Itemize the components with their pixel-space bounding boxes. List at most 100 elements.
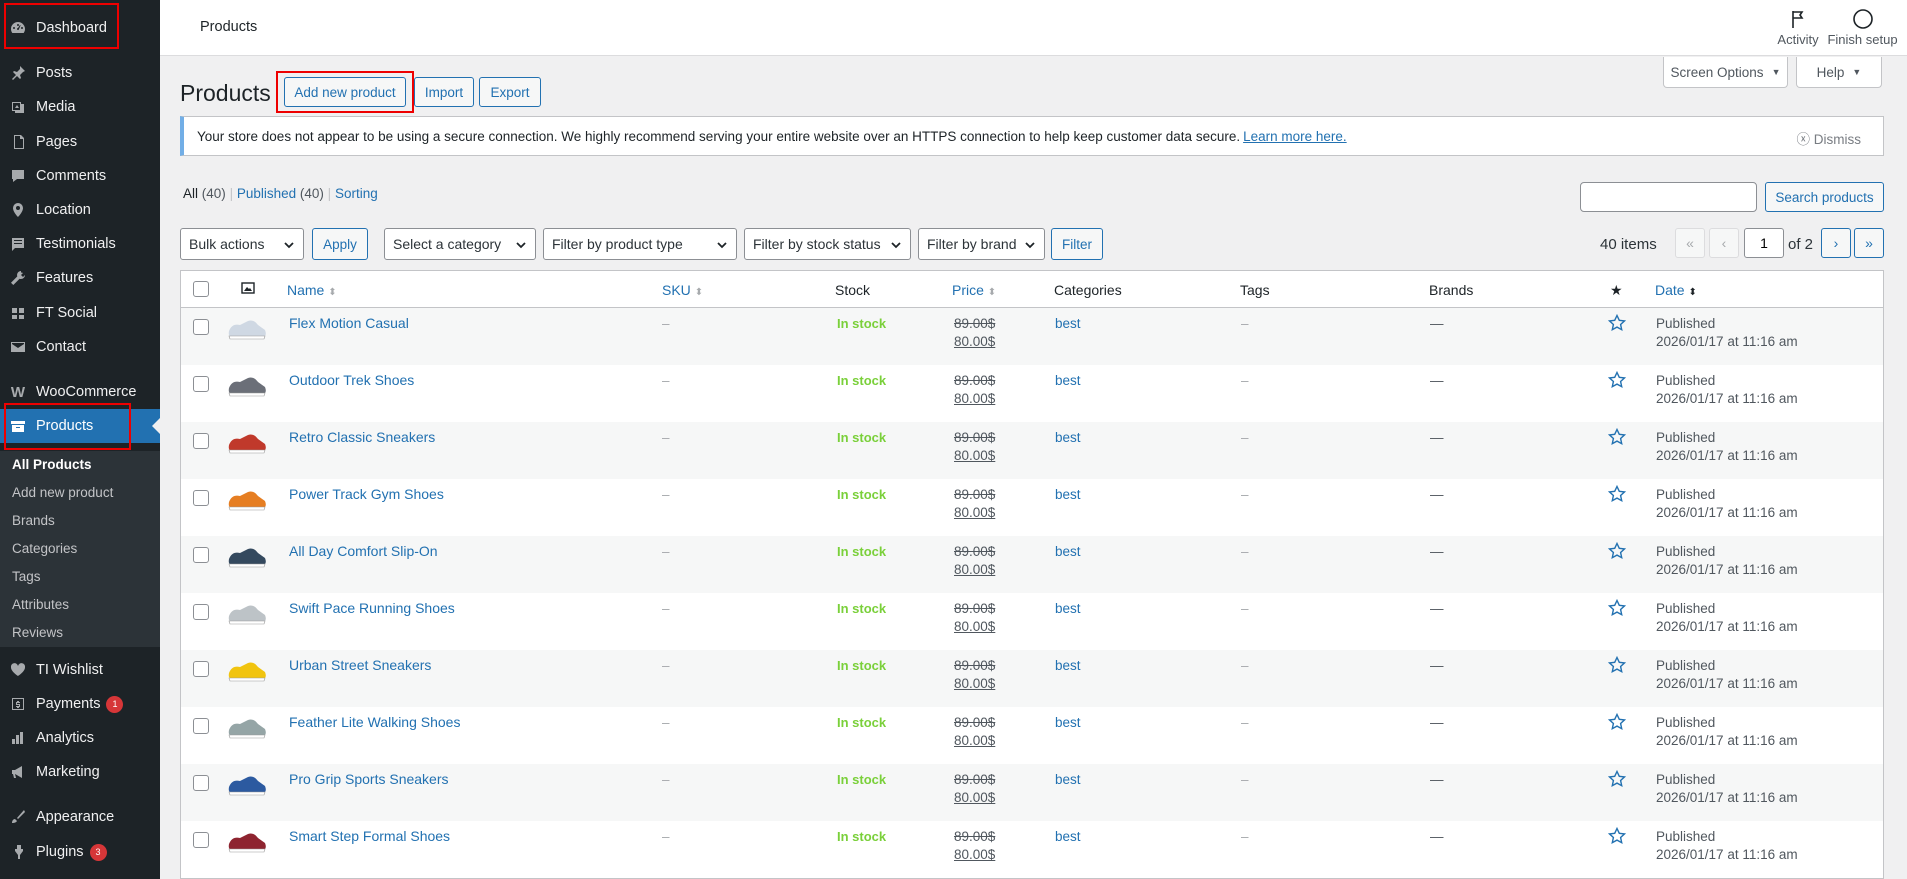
stock-status-select[interactable]: Filter by stock status [744, 228, 911, 260]
finish-setup-button[interactable]: Finish setup [1820, 8, 1905, 47]
import-button[interactable]: Import [414, 77, 474, 107]
row-checkbox[interactable] [193, 604, 209, 620]
featured-star-icon[interactable] [1607, 370, 1627, 392]
row-checkbox[interactable] [193, 775, 209, 791]
sidebar-item-appearance[interactable]: Appearance [0, 800, 160, 834]
sidebar-item-pages[interactable]: Pages [0, 125, 160, 159]
product-thumbnail[interactable] [226, 598, 268, 628]
product-name-link[interactable]: Urban Street Sneakers [289, 657, 431, 673]
submenu-tags[interactable]: Tags [12, 569, 41, 584]
sidebar-item-contact[interactable]: Contact [0, 330, 160, 364]
activity-button[interactable]: Activity [1770, 8, 1826, 47]
column-date[interactable]: Date ⬍ [1655, 282, 1697, 298]
category-link[interactable]: best [1055, 544, 1081, 559]
product-name-link[interactable]: Retro Classic Sneakers [289, 429, 435, 445]
row-checkbox[interactable] [193, 661, 209, 677]
row-checkbox[interactable] [193, 547, 209, 563]
sidebar-item-media[interactable]: Media [0, 90, 160, 124]
prev-page-button[interactable]: ‹ [1709, 228, 1739, 258]
sidebar-item-marketing[interactable]: Marketing [0, 755, 160, 789]
featured-star-icon[interactable] [1607, 769, 1627, 791]
product-thumbnail[interactable] [226, 655, 268, 685]
help-button[interactable]: Help ▼ [1796, 57, 1882, 88]
sidebar-item-products[interactable]: Products [0, 409, 160, 443]
view-published[interactable]: Published [237, 186, 296, 201]
apply-button[interactable]: Apply [312, 228, 368, 260]
category-link[interactable]: best [1055, 430, 1081, 445]
product-name-link[interactable]: Smart Step Formal Shoes [289, 828, 450, 844]
product-thumbnail[interactable] [226, 313, 268, 343]
featured-star-icon[interactable] [1607, 598, 1627, 620]
category-link[interactable]: best [1055, 772, 1081, 787]
submenu-brands[interactable]: Brands [12, 513, 55, 528]
category-link[interactable]: best [1055, 601, 1081, 616]
featured-star-icon[interactable] [1607, 313, 1627, 335]
filter-button[interactable]: Filter [1051, 228, 1103, 260]
featured-star-icon[interactable] [1607, 541, 1627, 563]
row-checkbox[interactable] [193, 832, 209, 848]
column-sku[interactable]: SKU ⬍ [662, 282, 703, 298]
row-checkbox[interactable] [193, 319, 209, 335]
product-name-link[interactable]: Swift Pace Running Shoes [289, 600, 455, 616]
current-page-input[interactable] [1744, 228, 1784, 258]
sidebar-item-location[interactable]: Location [0, 193, 160, 227]
submenu-attributes[interactable]: Attributes [12, 597, 69, 612]
sidebar-item-payments[interactable]: Payments 1 [0, 687, 160, 721]
sidebar-item-analytics[interactable]: Analytics [0, 721, 160, 755]
learn-more-link[interactable]: Learn more here. [1243, 129, 1347, 144]
featured-star-icon[interactable] [1607, 826, 1627, 848]
search-input[interactable] [1580, 182, 1757, 212]
category-link[interactable]: best [1055, 373, 1081, 388]
sidebar-item-comments[interactable]: Comments [0, 159, 160, 193]
sidebar-item-posts[interactable]: Posts [0, 56, 160, 90]
next-page-button[interactable]: › [1821, 228, 1851, 258]
product-type-select[interactable]: Filter by product type [543, 228, 737, 260]
product-thumbnail[interactable] [226, 712, 268, 742]
product-thumbnail[interactable] [226, 541, 268, 571]
sidebar-item-dashboard[interactable]: Dashboard [0, 11, 160, 45]
select-all-checkbox[interactable] [193, 281, 209, 297]
product-name-link[interactable]: All Day Comfort Slip-On [289, 543, 438, 559]
last-page-button[interactable]: » [1854, 228, 1884, 258]
row-checkbox[interactable] [193, 718, 209, 734]
view-all[interactable]: All [183, 186, 198, 201]
sidebar-item-woocommerce[interactable]: W WooCommerce [0, 375, 160, 409]
product-name-link[interactable]: Flex Motion Casual [289, 315, 409, 331]
sidebar-item-features[interactable]: Features [0, 261, 160, 295]
submenu-categories[interactable]: Categories [12, 541, 77, 556]
product-name-link[interactable]: Pro Grip Sports Sneakers [289, 771, 449, 787]
column-price[interactable]: Price ⬍ [952, 282, 996, 298]
product-name-link[interactable]: Outdoor Trek Shoes [289, 372, 414, 388]
submenu-reviews[interactable]: Reviews [12, 625, 63, 640]
row-checkbox[interactable] [193, 376, 209, 392]
brand-select[interactable]: Filter by brand [918, 228, 1045, 260]
submenu-all-products[interactable]: All Products [12, 457, 92, 472]
product-thumbnail[interactable] [226, 484, 268, 514]
dismiss-button[interactable]: ⓧ Dismiss [1796, 128, 1861, 148]
category-select[interactable]: Select a category [384, 228, 536, 260]
category-link[interactable]: best [1055, 316, 1081, 331]
category-link[interactable]: best [1055, 658, 1081, 673]
add-new-product-button[interactable]: Add new product [284, 77, 406, 107]
product-name-link[interactable]: Feather Lite Walking Shoes [289, 714, 460, 730]
category-link[interactable]: best [1055, 715, 1081, 730]
row-checkbox[interactable] [193, 490, 209, 506]
first-page-button[interactable]: « [1675, 228, 1705, 258]
search-products-button[interactable]: Search products [1765, 182, 1884, 212]
bulk-actions-select[interactable]: Bulk actions [180, 228, 304, 260]
export-button[interactable]: Export [479, 77, 541, 107]
sidebar-item-plugins[interactable]: Plugins 3 [0, 835, 160, 869]
sidebar-item-ti-wishlist[interactable]: TI Wishlist [0, 653, 160, 687]
category-link[interactable]: best [1055, 487, 1081, 502]
submenu-add-new-product[interactable]: Add new product [12, 485, 113, 500]
featured-star-icon[interactable] [1607, 655, 1627, 677]
product-thumbnail[interactable] [226, 769, 268, 799]
row-checkbox[interactable] [193, 433, 209, 449]
sidebar-item-testimonials[interactable]: Testimonials [0, 227, 160, 261]
featured-star-icon[interactable] [1607, 484, 1627, 506]
category-link[interactable]: best [1055, 829, 1081, 844]
product-thumbnail[interactable] [226, 826, 268, 856]
view-sorting[interactable]: Sorting [335, 186, 378, 201]
column-name[interactable]: Name ⬍ [287, 282, 337, 298]
screen-options-button[interactable]: Screen Options ▼ [1663, 57, 1788, 88]
